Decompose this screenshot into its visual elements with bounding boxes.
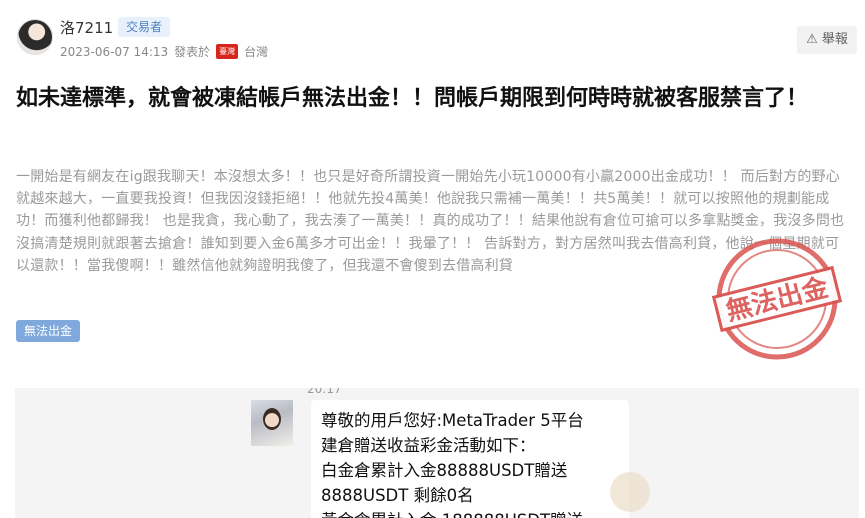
chat-time: 20:17 (307, 388, 342, 396)
chat-line: 黃金倉累計入金 188888USDT贈送 (321, 508, 619, 518)
post-title: 如未達標準，就會被凍結帳戶無法出金！！問帳戶期限到何時時就被客服禁言了！ (16, 86, 809, 111)
warning-icon: ⚠ (806, 32, 818, 47)
post-header: 洛7211 交易者 2023-06-07 14:13 發表於 臺灣 台灣 ⚠ 舉… (0, 0, 865, 72)
chat-line: 尊敬的用戶您好:MetaTrader 5平台 (321, 411, 584, 430)
post-body: 一開始是有網友在ig跟我聊天！本沒想太多！！也只是好奇所謂投資一開始先小玩100… (16, 169, 845, 274)
watermark-icon (610, 472, 650, 512)
post-datetime: 2023-06-07 14:13 (60, 44, 169, 59)
chat-line: 建倉贈送收益彩金活動如下： (321, 436, 536, 455)
author-name[interactable]: 洛7211 (60, 17, 113, 38)
chat-avatar (251, 400, 293, 446)
topic-tag[interactable]: 無法出金 (16, 320, 81, 342)
role-badge: 交易者 (118, 17, 171, 37)
chat-line: 8888USDT 剩餘0名 (321, 486, 474, 505)
report-label: 舉報 (821, 32, 848, 47)
post-meta: 2023-06-07 14:13 發表於 臺灣 台灣 (60, 43, 268, 60)
chat-screenshot[interactable]: 20:17 尊敬的用戶您好:MetaTrader 5平台 建倉贈送收益彩金活動如… (15, 388, 859, 518)
taiwan-flag-icon: 臺灣 (216, 44, 239, 59)
avatar[interactable] (18, 20, 52, 54)
post-location: 台灣 (244, 45, 269, 59)
chat-bubble: 尊敬的用戶您好:MetaTrader 5平台 建倉贈送收益彩金活動如下： 白金倉… (311, 400, 629, 518)
report-button[interactable]: ⚠ 舉報 (797, 26, 857, 54)
published-label: 發表於 (174, 45, 211, 59)
chat-line: 白金倉累計入金88888USDT贈送 (321, 461, 568, 480)
stamp-text: 無法出金 (723, 272, 832, 327)
